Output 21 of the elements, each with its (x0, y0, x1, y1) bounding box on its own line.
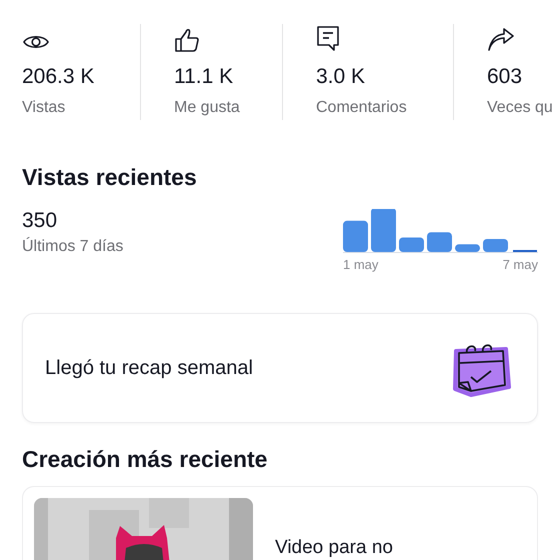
section-title: Vistas recientes (22, 164, 198, 191)
stat-value: 603 (487, 65, 524, 89)
share-arrow-icon (487, 28, 515, 52)
axis-label: 1 may (343, 257, 378, 272)
stat-label: Me gusta (174, 99, 241, 117)
stat-label: Comentarios (316, 99, 408, 117)
section-title: Creación más reciente (22, 446, 268, 473)
stat-value: 3.0 K (316, 65, 366, 89)
stat-value: 11.1 K (174, 65, 234, 89)
recap-card[interactable]: Llegó tu recap semanal (22, 313, 538, 423)
period-label: Últimos 7 días (22, 238, 124, 256)
views-count: 350 (22, 209, 58, 233)
axis-label: 7 may (502, 257, 538, 272)
stat-value: 206.3 K (22, 65, 96, 89)
recap-text: Llegó tu recap semanal (45, 356, 253, 380)
video-title: Video para no (275, 538, 393, 558)
stat-label: Veces qu (487, 99, 554, 117)
stat-label: Vistas (22, 99, 66, 117)
thumbs-up-icon (174, 28, 200, 52)
video-card[interactable]: Video para no (22, 486, 538, 560)
comment-icon (316, 25, 340, 52)
